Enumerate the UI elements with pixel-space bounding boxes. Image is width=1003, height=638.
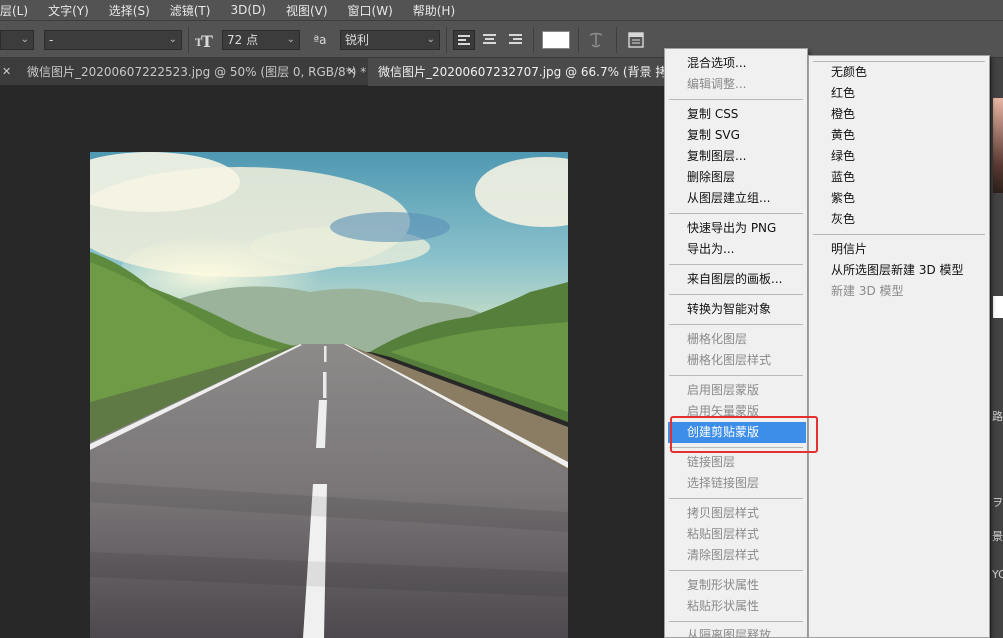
text-color-swatch[interactable] bbox=[542, 31, 570, 49]
chevron-down-icon: ⌄ bbox=[426, 34, 435, 45]
color-item-gray[interactable]: 灰色 bbox=[809, 209, 989, 230]
menu-item-copy-svg[interactable]: 复制 SVG bbox=[665, 125, 807, 146]
divider bbox=[446, 27, 447, 53]
anti-alias-value: 锐利 bbox=[345, 33, 370, 47]
layer-thumbnail bbox=[993, 98, 1003, 193]
tab-document-2[interactable]: 微信图片_20200607232707.jpg @ 66.7% (背景 拷贝, bbox=[368, 58, 683, 86]
svg-text:T: T bbox=[201, 32, 213, 50]
menu-separator bbox=[669, 498, 803, 499]
panel-label: YO bbox=[992, 568, 1003, 581]
menu-item-copy-shape-attributes: 复制形状属性 bbox=[687, 578, 760, 592]
menu-view[interactable]: 视图(V) bbox=[286, 2, 328, 19]
chevron-down-icon: ⌄ bbox=[20, 34, 29, 45]
panel-label: 路 bbox=[992, 410, 1003, 423]
layer-color-submenu: 无颜色 红色 橙色 黄色 绿色 蓝色 紫色 灰色 明信片 从所选图层新建 3D … bbox=[808, 55, 990, 638]
menu-separator bbox=[669, 99, 803, 100]
menu-item-export-as[interactable]: 导出为... bbox=[665, 239, 807, 260]
menu-separator bbox=[669, 213, 803, 214]
menu-item-clear-layer-style: 清除图层样式 bbox=[687, 548, 760, 562]
divider bbox=[533, 27, 534, 53]
divider bbox=[616, 27, 617, 53]
close-icon[interactable]: ✕ bbox=[347, 58, 356, 86]
menu-item-blending-options[interactable]: 混合选项... bbox=[665, 53, 807, 74]
color-item-orange[interactable]: 橙色 bbox=[809, 104, 989, 125]
menu-type[interactable]: 文字(Y) bbox=[48, 2, 89, 19]
color-item-red[interactable]: 红色 bbox=[809, 83, 989, 104]
menu-item-paste-layer-style: 粘贴图层样式 bbox=[687, 527, 760, 541]
color-item-blue[interactable]: 蓝色 bbox=[809, 167, 989, 188]
color-item-none[interactable]: 无颜色 bbox=[809, 62, 989, 83]
menu-bar: 层(L) 文字(Y) 选择(S) 滤镜(T) 3D(D) 视图(V) 窗口(W)… bbox=[0, 0, 1003, 20]
character-panel-icon[interactable] bbox=[626, 30, 646, 50]
menu-item-enable-layer-mask: 启用图层蒙版 bbox=[687, 383, 760, 397]
anti-alias-select[interactable]: 锐利 ⌄ bbox=[340, 30, 440, 50]
panel-swatch bbox=[993, 296, 1003, 318]
align-center-button[interactable] bbox=[479, 30, 501, 50]
menu-item-new-3d-model: 新建 3D 模型 bbox=[831, 284, 904, 298]
menu-separator bbox=[669, 621, 803, 622]
close-icon[interactable]: ✕ bbox=[2, 58, 11, 86]
font-family-select[interactable]: ⌄ bbox=[0, 30, 34, 50]
menu-item-link-layers: 链接图层 bbox=[687, 455, 736, 469]
menu-item-copy-layer-style: 拷贝图层样式 bbox=[687, 506, 760, 520]
color-item-violet[interactable]: 紫色 bbox=[809, 188, 989, 209]
menu-item-edit-adjustment: 编辑调整... bbox=[687, 77, 747, 91]
menu-window[interactable]: 窗口(W) bbox=[348, 2, 393, 19]
menu-separator bbox=[669, 570, 803, 571]
menu-separator bbox=[669, 324, 803, 325]
menu-separator bbox=[669, 264, 803, 265]
divider bbox=[188, 27, 189, 53]
menu-select[interactable]: 选择(S) bbox=[109, 2, 150, 19]
color-item-green[interactable]: 绿色 bbox=[809, 146, 989, 167]
menu-item-quick-export-png[interactable]: 快速导出为 PNG bbox=[665, 218, 807, 239]
warp-text-icon[interactable] bbox=[586, 30, 606, 50]
menu-item-new-3d-from-selected[interactable]: 从所选图层新建 3D 模型 bbox=[809, 260, 989, 281]
chevron-down-icon: ⌄ bbox=[168, 34, 177, 45]
font-size-select[interactable]: 72 点 ⌄ bbox=[222, 30, 300, 50]
menu-item-release-from-isolation: 从隔离图层释放 bbox=[687, 628, 772, 638]
menu-item-postcard[interactable]: 明信片 bbox=[809, 239, 989, 260]
menu-item-group-from-layers[interactable]: 从图层建立组... bbox=[665, 188, 807, 209]
divider bbox=[578, 27, 579, 53]
menu-item-convert-smart-object[interactable]: 转换为智能对象 bbox=[665, 299, 807, 320]
anti-alias-icon: ªa bbox=[313, 33, 327, 47]
menu-item-rasterize-layer-style: 栅格化图层样式 bbox=[687, 353, 772, 367]
panel-label: 景 bbox=[992, 530, 1003, 543]
align-left-button[interactable] bbox=[453, 30, 475, 50]
menu-item-duplicate-layer[interactable]: 复制图层... bbox=[665, 146, 807, 167]
tab-document-1[interactable]: 微信图片_20200607222523.jpg @ 50% (图层 0, RGB… bbox=[24, 58, 366, 86]
menu-item-copy-css[interactable]: 复制 CSS bbox=[665, 104, 807, 125]
menu-item-delete-layer[interactable]: 删除图层 bbox=[665, 167, 807, 188]
font-size-value: 72 点 bbox=[227, 33, 259, 47]
align-right-button[interactable] bbox=[505, 30, 527, 50]
menu-layer[interactable]: 层(L) bbox=[0, 2, 28, 19]
menu-item-paste-shape-attributes: 粘贴形状属性 bbox=[687, 599, 760, 613]
text-size-icon: TT bbox=[194, 30, 214, 51]
menu-separator bbox=[669, 375, 803, 376]
color-item-yellow[interactable]: 黄色 bbox=[809, 125, 989, 146]
font-style-value: - bbox=[49, 33, 54, 47]
font-style-select[interactable]: - ⌄ bbox=[44, 30, 182, 50]
road-landscape-image bbox=[90, 152, 568, 638]
menu-3d[interactable]: 3D(D) bbox=[230, 3, 265, 17]
menu-item-artboard-from-layers[interactable]: 来自图层的画板... bbox=[665, 269, 807, 290]
document-canvas-image[interactable] bbox=[90, 152, 568, 638]
layer-context-menu: 混合选项... 编辑调整... 复制 CSS 复制 SVG 复制图层... 删除… bbox=[664, 48, 808, 638]
chevron-down-icon: ⌄ bbox=[286, 34, 295, 45]
menu-separator bbox=[813, 234, 985, 235]
menu-help[interactable]: 帮助(H) bbox=[413, 2, 455, 19]
options-bar: ⌄ - ⌄ TT 72 点 ⌄ ªa 锐利 ⌄ bbox=[0, 20, 1003, 58]
menu-filter[interactable]: 滤镜(T) bbox=[170, 2, 211, 19]
menu-item-rasterize-layer: 栅格化图层 bbox=[687, 332, 748, 346]
panel-label: ヲ bbox=[992, 496, 1003, 509]
annotation-highlight-box bbox=[670, 416, 818, 453]
menu-item-select-linked-layers: 选择链接图层 bbox=[687, 476, 760, 490]
menu-separator bbox=[669, 294, 803, 295]
